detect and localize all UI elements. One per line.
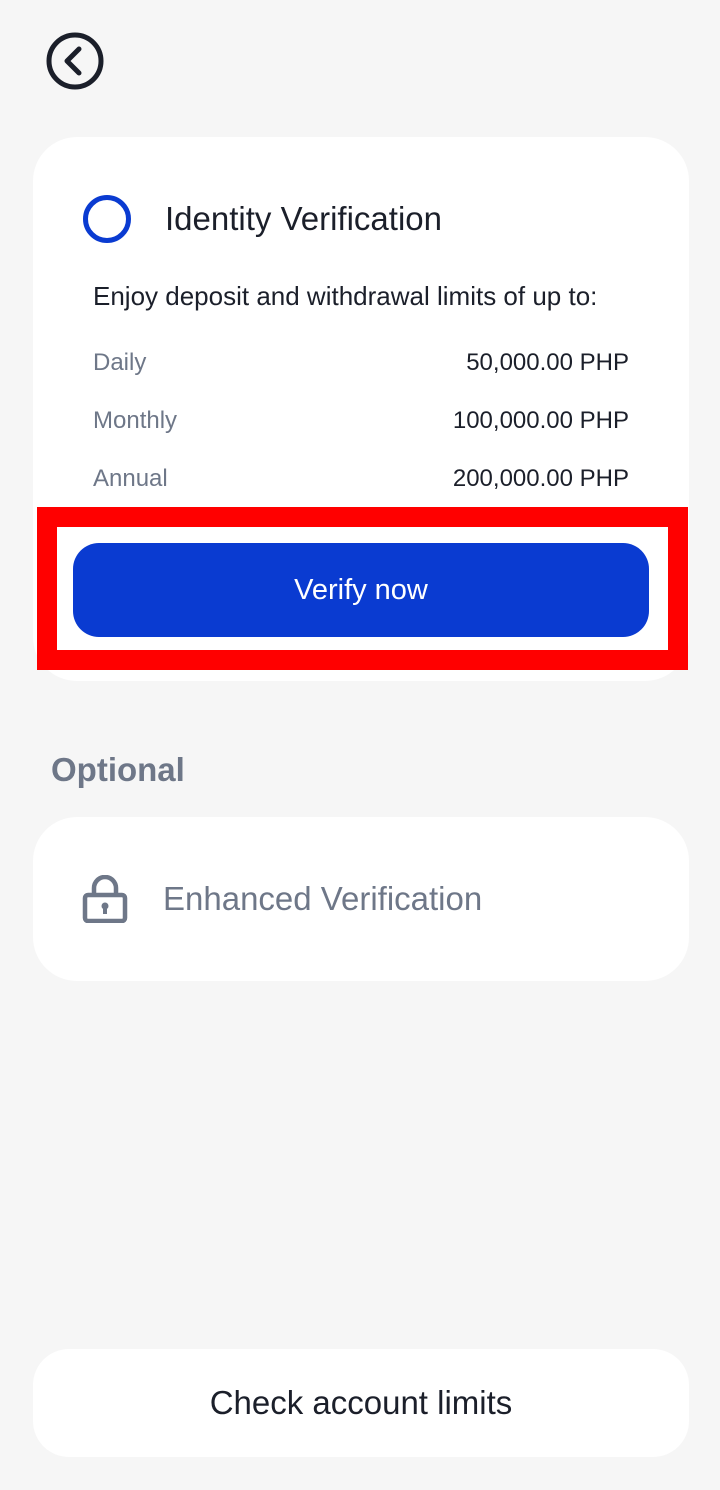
limit-label: Daily <box>93 349 147 376</box>
limits-description: Enjoy deposit and withdrawal limits of u… <box>93 281 598 311</box>
identity-verification-card: Identity Verification Enjoy deposit and … <box>33 137 689 681</box>
limit-value: 50,000.00 PHP <box>466 349 629 376</box>
limit-row-annual: Annual 200,000.00 PHP <box>93 464 629 494</box>
back-button[interactable] <box>45 31 105 91</box>
limit-value: 200,000.00 PHP <box>452 465 629 492</box>
identity-verification-title: Identity Verification <box>165 200 442 237</box>
chevron-left-circle-icon <box>46 32 104 90</box>
lock-icon <box>82 875 128 923</box>
limit-row-monthly: Monthly 100,000.00 PHP <box>93 406 629 436</box>
enhanced-verification-card[interactable]: Enhanced Verification <box>33 817 689 981</box>
limit-label: Annual <box>93 465 168 492</box>
check-account-limits-button[interactable]: Check account limits <box>33 1349 689 1457</box>
optional-section-heading: Optional <box>51 751 185 788</box>
verify-now-button[interactable]: Verify now <box>73 543 649 637</box>
enhanced-verification-title: Enhanced Verification <box>163 880 483 917</box>
limit-value: 100,000.00 PHP <box>452 407 629 434</box>
limit-row-daily: Daily 50,000.00 PHP <box>93 348 629 378</box>
limit-label: Monthly <box>93 407 178 434</box>
empty-circle-icon <box>83 195 131 243</box>
